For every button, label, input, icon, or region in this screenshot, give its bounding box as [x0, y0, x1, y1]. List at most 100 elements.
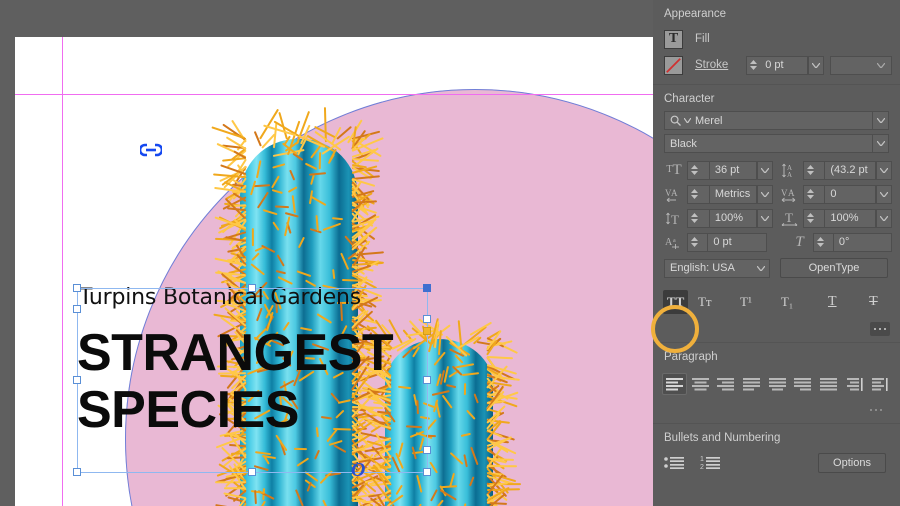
superscript-button[interactable]: T¹ — [733, 290, 758, 314]
kerning-field[interactable]: Metrics — [709, 185, 757, 204]
artwork-headline[interactable]: STRANGESTSPECIES — [77, 325, 393, 439]
vertical-scale-glyph-icon: T — [665, 211, 683, 226]
leading-field[interactable]: (43.2 pt — [824, 161, 876, 180]
justify-all-button[interactable] — [816, 373, 841, 395]
small-caps-glyph: Tт — [698, 294, 712, 310]
leading-dropdown[interactable] — [876, 161, 892, 180]
tracking-stepper[interactable] — [803, 185, 825, 204]
font-size-field[interactable]: 36 pt — [709, 161, 757, 180]
none-swatch-icon[interactable] — [664, 56, 683, 75]
justify-left-button[interactable] — [739, 373, 764, 395]
text-fill-swatch-icon[interactable]: T — [664, 30, 683, 49]
baseline-shift-stepper[interactable] — [687, 233, 707, 252]
align-away-spine-button[interactable] — [867, 373, 892, 395]
scale-row: T 100% T — [653, 206, 900, 230]
stroke-weight-field[interactable]: 0 pt — [746, 56, 808, 75]
fill-t-glyph: T — [669, 32, 678, 46]
stroke-style-chevron-down-icon — [877, 63, 885, 68]
handle-top-left[interactable] — [73, 284, 81, 292]
font-size-dropdown[interactable] — [757, 161, 773, 180]
tracking-field[interactable]: 0 — [824, 185, 876, 204]
bullets-title: Bullets and Numbering — [653, 424, 900, 450]
font-family-field[interactable]: Merel — [664, 111, 889, 130]
headline-line-2: SPECIES — [77, 381, 299, 439]
align-right-button[interactable] — [713, 373, 738, 395]
horizontal-scale-field[interactable]: 100% — [824, 209, 876, 228]
justify-right-button[interactable] — [790, 373, 815, 395]
stroke-style-dropdown[interactable] — [830, 56, 892, 75]
strikethrough-button[interactable]: T — [861, 290, 886, 314]
chain-link-icon[interactable] — [140, 143, 162, 157]
font-style-field[interactable]: Black — [664, 134, 889, 153]
language-value[interactable]: English: USA — [665, 262, 753, 274]
handle-right-upper[interactable] — [423, 315, 431, 323]
handle-bottom-left[interactable] — [73, 468, 81, 476]
skew-value[interactable]: 0° — [834, 236, 855, 248]
handle-middle-left[interactable] — [73, 376, 81, 384]
stroke-label[interactable]: Stroke — [695, 59, 728, 71]
leading-stepper[interactable] — [803, 161, 825, 180]
stroke-row[interactable]: Stroke 0 pt — [653, 52, 900, 78]
vertical-scale-value[interactable]: 100% — [710, 212, 748, 224]
language-dropdown[interactable]: English: USA — [664, 259, 770, 278]
bulleted-list-icon[interactable] — [664, 455, 686, 471]
document-canvas[interactable]: Turpins Botanical Gardens STRANGESTSPECI… — [0, 0, 653, 506]
align-left-button[interactable] — [662, 373, 687, 395]
handle-middle-right[interactable] — [423, 376, 431, 384]
subscript-button[interactable]: T₁ — [775, 290, 800, 314]
handle-top-center[interactable] — [248, 284, 256, 292]
handle-in-port[interactable] — [73, 305, 81, 313]
small-caps-button[interactable]: Tт — [692, 290, 717, 314]
baseline-shift-value[interactable]: 0 pt — [708, 236, 736, 248]
stroke-weight-stepper[interactable] — [747, 56, 760, 75]
kerning-dropdown[interactable] — [757, 185, 773, 204]
kerning-stepper[interactable] — [687, 185, 709, 204]
justify-center-button[interactable] — [765, 373, 790, 395]
opentype-button[interactable]: OpenType — [780, 258, 888, 278]
kerning-value[interactable]: Metrics — [710, 188, 755, 200]
handle-out-port[interactable] — [423, 446, 431, 454]
underline-button[interactable]: T — [820, 290, 845, 314]
font-style-dropdown[interactable] — [872, 134, 888, 153]
horizontal-scale-value[interactable]: 100% — [825, 212, 863, 224]
handle-top-right[interactable] — [423, 284, 431, 292]
skew-stepper[interactable] — [813, 233, 833, 252]
stroke-weight-value[interactable]: 0 pt — [760, 59, 788, 71]
fill-row[interactable]: T Fill — [653, 26, 900, 52]
baseline-shift-field[interactable]: 0 pt — [707, 233, 766, 252]
horizontal-scale-stepper[interactable] — [803, 209, 825, 228]
font-family-value[interactable]: Merel — [695, 115, 872, 127]
vertical-scale-stepper[interactable] — [687, 209, 709, 228]
search-icon — [670, 115, 683, 127]
leading-glyph-icon: A A — [782, 163, 797, 178]
vertical-scale-field[interactable]: 100% — [709, 209, 757, 228]
horizontal-scale-icon: T — [777, 211, 803, 226]
stroke-weight-dropdown[interactable] — [808, 56, 824, 75]
tracking-value[interactable]: 0 — [825, 188, 841, 200]
margin-guide-top — [15, 94, 653, 95]
tracking-icon: V A — [777, 187, 803, 202]
tracking-glyph-icon: V A — [781, 187, 799, 202]
paragraph-more-options-ellipsis-icon[interactable] — [866, 403, 886, 417]
align-toward-spine-button[interactable] — [842, 373, 867, 395]
handle-bottom-right[interactable] — [423, 468, 431, 476]
bullets-options-button[interactable]: Options — [818, 453, 886, 473]
vertical-scale-dropdown[interactable] — [757, 209, 773, 228]
skew-field[interactable]: 0° — [833, 233, 892, 252]
align-center-button[interactable] — [688, 373, 713, 395]
character-more-options-ellipsis-icon[interactable] — [870, 322, 890, 336]
bullets-row: 1 2 Options — [653, 450, 900, 476]
all-caps-glyph: TT — [667, 294, 684, 310]
font-style-value[interactable]: Black — [665, 138, 872, 150]
horizontal-scale-dropdown[interactable] — [876, 209, 892, 228]
leading-value[interactable]: (43.2 pt — [825, 164, 872, 176]
font-family-dropdown[interactable] — [872, 111, 888, 130]
page-artboard[interactable]: Turpins Botanical Gardens STRANGESTSPECI… — [15, 37, 653, 506]
tracking-dropdown[interactable] — [876, 185, 892, 204]
font-size-value[interactable]: 36 pt — [710, 164, 744, 176]
numbered-list-icon[interactable]: 1 2 — [700, 455, 722, 471]
all-caps-button[interactable]: TT — [663, 290, 688, 314]
font-size-stepper[interactable] — [687, 161, 709, 180]
handle-bottom-center[interactable] — [248, 468, 256, 476]
handle-baseline-amber[interactable] — [423, 327, 431, 335]
